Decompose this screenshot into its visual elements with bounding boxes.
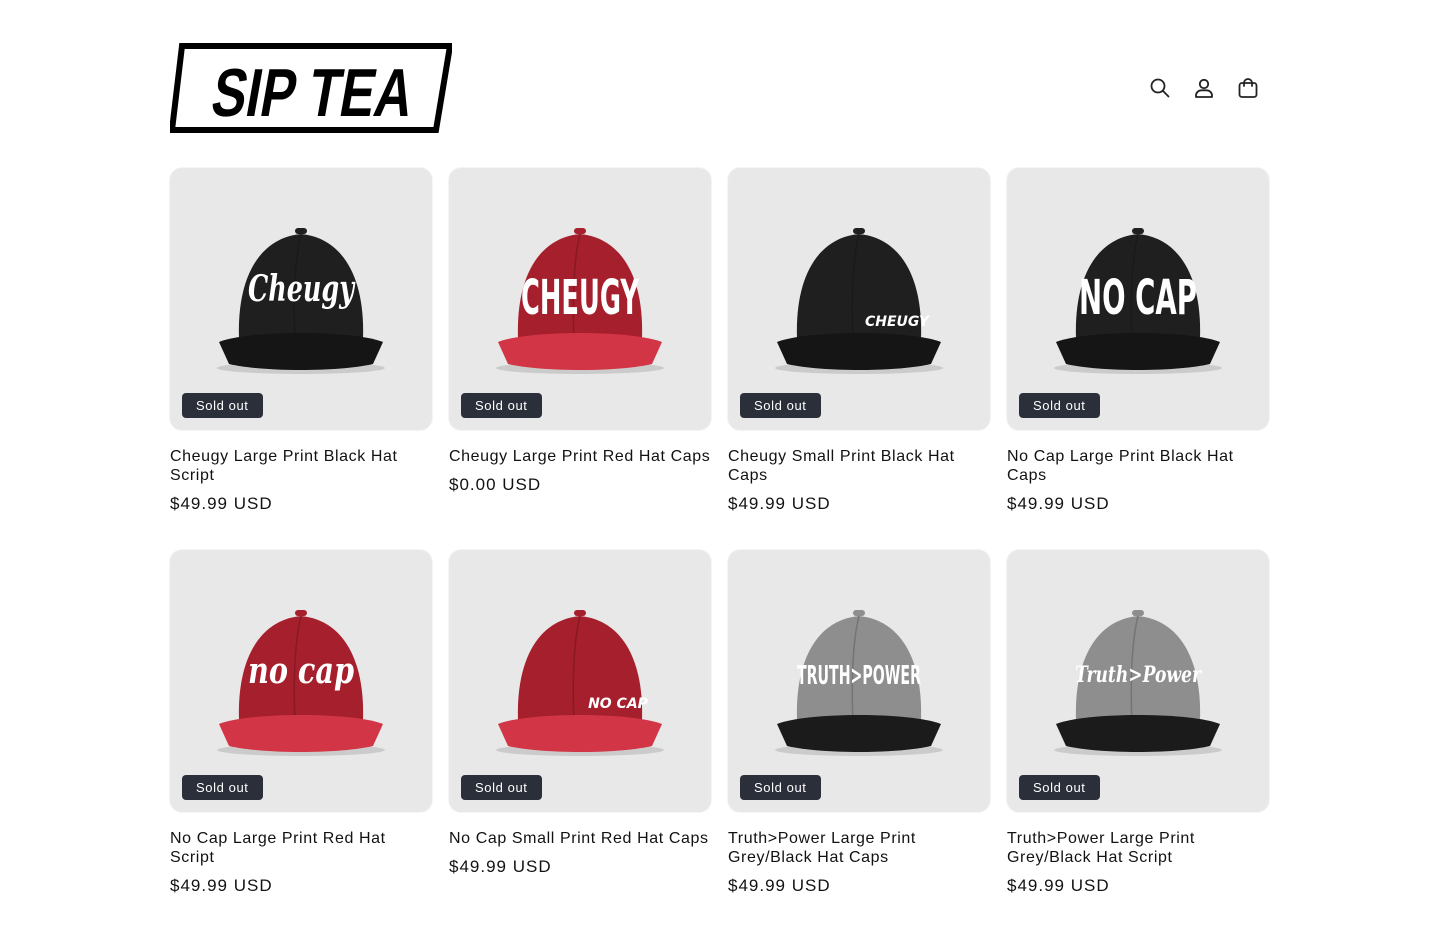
hat-print-text: CHEUGY bbox=[865, 314, 931, 330]
product-card[interactable]: Cheugy Sold out Cheugy Large Print Black… bbox=[170, 168, 432, 550]
hat-print-text: no cap bbox=[248, 650, 354, 692]
product-image[interactable]: CHEUGY Sold out bbox=[728, 168, 990, 430]
product-card[interactable]: no cap Sold out No Cap Large Print Red H… bbox=[170, 550, 432, 932]
hat-print-text: Cheugy bbox=[248, 268, 355, 310]
sold-out-badge: Sold out bbox=[740, 393, 821, 418]
product-title-link[interactable]: Truth>Power Large Print Grey/Black Hat S… bbox=[1007, 829, 1269, 867]
product-grid: Cheugy Sold out Cheugy Large Print Black… bbox=[170, 168, 1270, 932]
product-image[interactable]: Cheugy Sold out bbox=[170, 168, 432, 430]
product-title-link[interactable]: Cheugy Large Print Red Hat Caps bbox=[449, 447, 711, 466]
header-icons bbox=[1138, 66, 1270, 110]
product-image[interactable]: NO CAP Sold out bbox=[449, 550, 711, 812]
product-card[interactable]: Truth>Power Sold out Truth>Power Large P… bbox=[1007, 550, 1269, 932]
product-card[interactable]: NO CAP Sold out No Cap Small Print Red H… bbox=[449, 550, 711, 932]
product-title-link[interactable]: No Cap Large Print Black Hat Caps bbox=[1007, 447, 1269, 485]
hat-image: NO CAP bbox=[1054, 228, 1222, 374]
product-card[interactable]: CHEUGY Sold out Cheugy Small Print Black… bbox=[728, 168, 990, 550]
hat-print-text: Truth>Power bbox=[1075, 662, 1202, 688]
product-title-link[interactable]: Cheugy Small Print Black Hat Caps bbox=[728, 447, 990, 485]
product-title-link[interactable]: Cheugy Large Print Black Hat Script bbox=[170, 447, 432, 485]
hat-image: Cheugy bbox=[217, 228, 385, 374]
hat-image: NO CAP bbox=[496, 610, 664, 756]
sold-out-badge: Sold out bbox=[182, 393, 263, 418]
product-image[interactable]: TRUTH>POWER Sold out bbox=[728, 550, 990, 812]
hat-print-text: TRUTH>POWER bbox=[797, 661, 921, 691]
hat-print-text: CHEUGY bbox=[521, 270, 640, 326]
product-title-link[interactable]: No Cap Large Print Red Hat Script bbox=[170, 829, 432, 867]
product-price: $49.99 USD bbox=[170, 494, 273, 513]
search-icon[interactable] bbox=[1138, 66, 1182, 110]
product-price: $49.99 USD bbox=[1007, 494, 1110, 513]
hat-image: TRUTH>POWER bbox=[775, 610, 943, 756]
sold-out-badge: Sold out bbox=[740, 775, 821, 800]
product-image[interactable]: Truth>Power Sold out bbox=[1007, 550, 1269, 812]
product-card[interactable]: TRUTH>POWER Sold out Truth>Power Large P… bbox=[728, 550, 990, 932]
account-icon[interactable] bbox=[1182, 66, 1226, 110]
sold-out-badge: Sold out bbox=[1019, 775, 1100, 800]
product-title-link[interactable]: Truth>Power Large Print Grey/Black Hat C… bbox=[728, 829, 990, 867]
cart-icon[interactable] bbox=[1226, 66, 1270, 110]
sold-out-badge: Sold out bbox=[182, 775, 263, 800]
product-price: $49.99 USD bbox=[728, 876, 831, 895]
hat-print-text: NO CAP bbox=[1079, 270, 1197, 326]
hat-image: CHEUGY bbox=[496, 228, 664, 374]
sold-out-badge: Sold out bbox=[461, 393, 542, 418]
product-card[interactable]: NO CAP Sold out No Cap Large Print Black… bbox=[1007, 168, 1269, 550]
sold-out-badge: Sold out bbox=[1019, 393, 1100, 418]
product-image[interactable]: NO CAP Sold out bbox=[1007, 168, 1269, 430]
product-price: $49.99 USD bbox=[1007, 876, 1110, 895]
product-title-link[interactable]: No Cap Small Print Red Hat Caps bbox=[449, 829, 711, 848]
hat-image: Truth>Power bbox=[1054, 610, 1222, 756]
product-image[interactable]: no cap Sold out bbox=[170, 550, 432, 812]
product-price: $49.99 USD bbox=[449, 857, 552, 876]
logo-text: SIP TEA bbox=[206, 54, 419, 130]
sold-out-badge: Sold out bbox=[461, 775, 542, 800]
hat-image: CHEUGY bbox=[775, 228, 943, 374]
product-price: $49.99 USD bbox=[170, 876, 273, 895]
sip-tea-logo[interactable]: SIP TEA bbox=[170, 42, 452, 134]
hat-image: no cap bbox=[217, 610, 385, 756]
product-image[interactable]: CHEUGY Sold out bbox=[449, 168, 711, 430]
site-header: SIP TEA bbox=[170, 0, 1270, 150]
hat-print-text: NO CAP bbox=[588, 696, 649, 712]
product-price: $49.99 USD bbox=[728, 494, 831, 513]
product-card[interactable]: CHEUGY Sold out Cheugy Large Print Red H… bbox=[449, 168, 711, 550]
product-price: $0.00 USD bbox=[449, 475, 542, 494]
